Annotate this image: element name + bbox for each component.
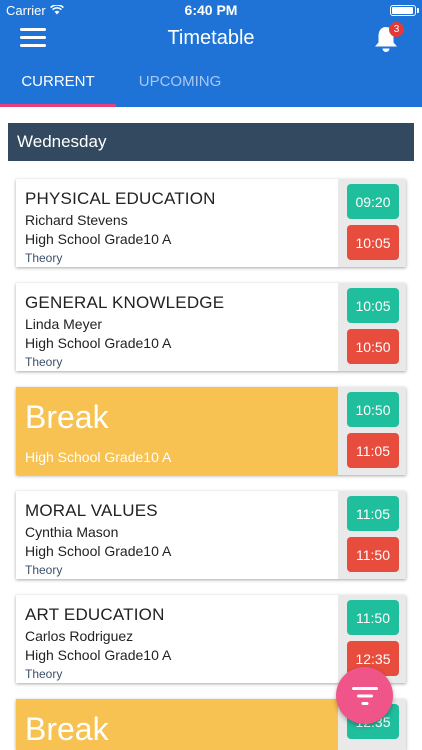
period-type: Theory <box>25 355 63 369</box>
period-type: Theory <box>25 563 63 577</box>
class-name: High School Grade10 A <box>25 543 172 559</box>
start-time[interactable]: 11:05 <box>347 496 399 531</box>
tab-upcoming[interactable]: UPCOMING <box>116 56 244 107</box>
teacher-name: Carlos Rodriguez <box>25 628 134 644</box>
tab-bar: CURRENT UPCOMING <box>0 56 422 107</box>
battery-icon <box>390 4 419 16</box>
break-title: Break <box>25 399 109 435</box>
period-type: Theory <box>25 667 63 681</box>
period-card[interactable]: GENERAL KNOWLEDGE Linda Meyer High Schoo… <box>16 283 406 371</box>
notifications-button[interactable]: 3 <box>372 22 404 52</box>
start-time[interactable]: 11:50 <box>347 600 399 635</box>
wifi-icon <box>49 5 64 15</box>
filter-button[interactable] <box>336 667 393 724</box>
teacher-name: Cynthia Mason <box>25 524 119 540</box>
break-title: Break <box>25 711 109 747</box>
class-name: High School Grade10 A <box>25 231 172 247</box>
class-name: High School Grade10 A <box>25 449 172 465</box>
end-time[interactable]: 11:50 <box>347 537 399 572</box>
end-time[interactable]: 10:05 <box>347 225 399 260</box>
app-bar: Carrier 6:40 PM Timetable 3 CURRENT UPCO… <box>0 0 422 107</box>
end-time[interactable]: 10:50 <box>347 329 399 364</box>
subject-name: PHYSICAL EDUCATION <box>25 189 216 208</box>
class-name: High School Grade10 A <box>25 647 172 663</box>
teacher-name: Richard Stevens <box>25 212 128 228</box>
menu-button[interactable] <box>20 28 46 48</box>
notification-badge: 3 <box>389 22 404 37</box>
subject-name: MORAL VALUES <box>25 501 158 520</box>
period-card[interactable]: MORAL VALUES Cynthia Mason High School G… <box>16 491 406 579</box>
day-header: Wednesday <box>8 123 414 161</box>
start-time[interactable]: 10:50 <box>347 392 399 427</box>
subject-name: ART EDUCATION <box>25 605 165 624</box>
end-time[interactable]: 11:05 <box>347 433 399 468</box>
start-time[interactable]: 09:20 <box>347 184 399 219</box>
class-name: High School Grade10 A <box>25 335 172 351</box>
carrier-label: Carrier <box>6 2 46 18</box>
subject-name: GENERAL KNOWLEDGE <box>25 293 225 312</box>
page-title: Timetable <box>167 26 255 49</box>
start-time[interactable]: 10:05 <box>347 288 399 323</box>
filter-icon <box>351 686 378 705</box>
period-card[interactable]: PHYSICAL EDUCATION Richard Stevens High … <box>16 179 406 267</box>
period-card[interactable]: ART EDUCATION Carlos Rodriguez High Scho… <box>16 595 406 683</box>
hamburger-icon <box>20 28 46 47</box>
tab-current[interactable]: CURRENT <box>0 56 116 107</box>
period-type: Theory <box>25 251 63 265</box>
status-bar: Carrier 6:40 PM <box>0 0 422 20</box>
teacher-name: Linda Meyer <box>25 316 103 332</box>
break-card[interactable]: Break High School Grade10 A 10:50 11:05 <box>16 387 406 475</box>
